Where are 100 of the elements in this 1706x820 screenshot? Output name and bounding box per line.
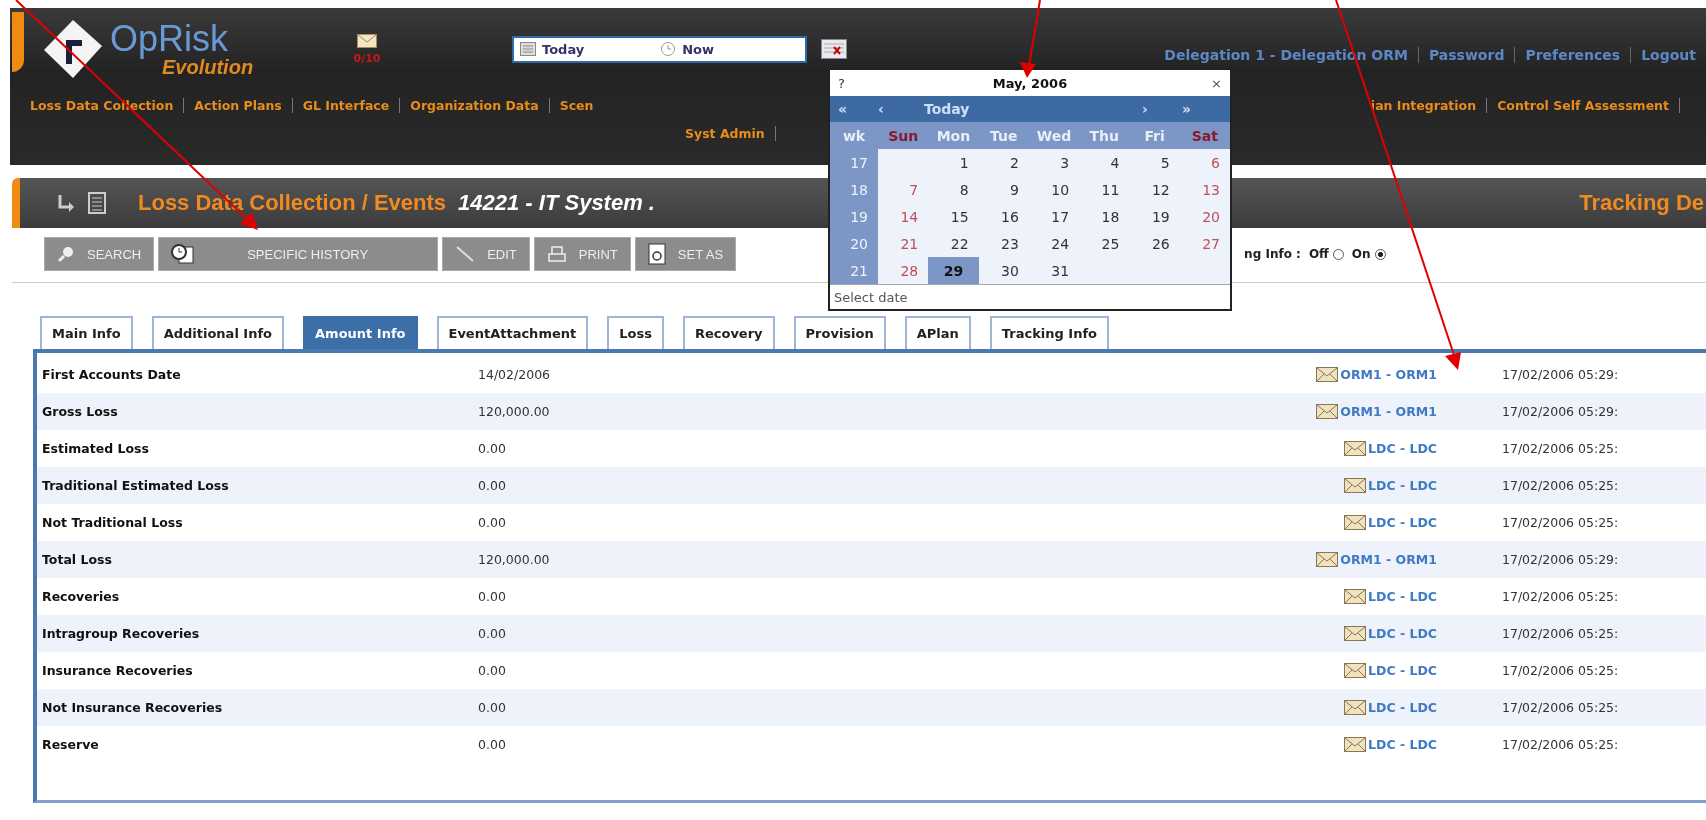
- calendar-day[interactable]: 8: [928, 176, 979, 203]
- tab[interactable]: Recovery: [682, 316, 775, 349]
- calendar-day[interactable]: 11: [1079, 176, 1130, 203]
- calendar-day[interactable]: 31: [1028, 257, 1080, 284]
- field-label: Intragroup Recoveries: [42, 626, 201, 641]
- menu-item[interactable]: ian Integration: [1360, 97, 1487, 113]
- calendar-button-icon[interactable]: [821, 39, 847, 59]
- nav-button[interactable]: Today: [918, 101, 1142, 117]
- weekday-header: Fri: [1129, 122, 1180, 149]
- timestamp: 17/02/2006 05:25:: [1502, 515, 1620, 530]
- calendar-day[interactable]: 29: [928, 257, 979, 284]
- return-arrow-icon[interactable]: [56, 193, 76, 213]
- record-title: 14221 - IT System .: [458, 190, 655, 216]
- calendar-day[interactable]: 21: [878, 230, 929, 257]
- tab[interactable]: Amount Info: [303, 316, 418, 349]
- tab[interactable]: APlan: [904, 316, 971, 349]
- weekday-header: Sun: [878, 122, 929, 149]
- date-today: Today: [542, 41, 585, 57]
- tab[interactable]: Tracking Info: [989, 316, 1110, 349]
- user-link[interactable]: ORM1 - ORM1: [1340, 367, 1437, 382]
- tab[interactable]: Main Info: [40, 316, 133, 349]
- date-field[interactable]: Today Now: [512, 35, 807, 63]
- calendar-day[interactable]: 1: [928, 149, 979, 176]
- calendar-day[interactable]: 6: [1179, 149, 1230, 176]
- calendar-day[interactable]: 13: [1179, 176, 1230, 203]
- calendar-day[interactable]: 27: [1179, 230, 1230, 257]
- calendar-day[interactable]: 10: [1028, 176, 1080, 203]
- menu-item[interactable]: Action Plans: [183, 97, 292, 113]
- field-label: Recoveries: [42, 589, 121, 604]
- user-link[interactable]: LDC - LDC: [1368, 515, 1437, 530]
- header-link[interactable]: Preferences: [1514, 47, 1631, 63]
- timestamp: 17/02/2006 05:25:: [1502, 589, 1620, 604]
- user-link[interactable]: LDC - LDC: [1368, 626, 1437, 641]
- field-value: 0.00: [478, 589, 507, 604]
- calendar-day[interactable]: 18: [1079, 203, 1130, 230]
- header-link[interactable]: Password: [1417, 47, 1515, 63]
- user-link[interactable]: LDC - LDC: [1368, 478, 1437, 493]
- tab[interactable]: Loss: [607, 316, 664, 349]
- calendar-day[interactable]: 2: [978, 149, 1029, 176]
- tab[interactable]: Provision: [793, 316, 886, 349]
- calendar-day[interactable]: 30: [978, 257, 1029, 284]
- calendar-day[interactable]: 3: [1028, 149, 1080, 176]
- tab[interactable]: EventAttachment: [436, 316, 589, 349]
- calendar-day[interactable]: 28: [878, 257, 929, 284]
- user-link[interactable]: ORM1 - ORM1: [1340, 404, 1437, 419]
- calendar-day[interactable]: 15: [928, 203, 979, 230]
- message-count: 0/10: [353, 51, 381, 65]
- field-label: Insurance Recoveries: [42, 663, 194, 678]
- logo-tagline: Evolution: [162, 57, 254, 77]
- list-icon[interactable]: [88, 192, 106, 214]
- user-link[interactable]: LDC - LDC: [1368, 663, 1437, 678]
- nav-button[interactable]: «: [838, 101, 878, 117]
- calendar-day[interactable]: 25: [1079, 230, 1130, 257]
- help-button[interactable]: ?: [838, 75, 862, 91]
- envelope-icon[interactable]: [357, 33, 377, 48]
- calendar-day[interactable]: 4: [1079, 149, 1130, 176]
- radio-option[interactable]: On: [1351, 247, 1386, 261]
- calendar-day[interactable]: 26: [1129, 230, 1180, 257]
- search-icon: [57, 245, 75, 263]
- calendar-day[interactable]: 14: [878, 203, 929, 230]
- user-link[interactable]: LDC - LDC: [1368, 589, 1437, 604]
- calendar-day[interactable]: 24: [1028, 230, 1080, 257]
- menu-item[interactable]: Control Self Assessment: [1486, 97, 1680, 113]
- calendar-day[interactable]: 22: [928, 230, 979, 257]
- user-link[interactable]: LDC - LDC: [1368, 737, 1437, 752]
- menu-item[interactable]: GL Interface: [291, 97, 400, 113]
- week-number: 17: [830, 149, 878, 176]
- radio-option[interactable]: Off: [1308, 247, 1344, 261]
- field-label: Traditional Estimated Loss: [42, 478, 230, 493]
- tracking-info-label: ng Info :: [1244, 247, 1301, 261]
- user-link[interactable]: LDC - LDC: [1368, 441, 1437, 456]
- calendar-day[interactable]: 19: [1129, 203, 1180, 230]
- user-link[interactable]: ORM1 - ORM1: [1340, 552, 1437, 567]
- menu-item[interactable]: Organization Data: [399, 97, 549, 113]
- header-link[interactable]: Logout: [1630, 47, 1706, 63]
- menu-item[interactable]: Syst Admin: [675, 125, 776, 141]
- calendar-day[interactable]: 20: [1179, 203, 1230, 230]
- menu-item[interactable]: Scen: [548, 97, 604, 113]
- field-label: Gross Loss: [42, 404, 119, 419]
- calendar-status: Select date: [830, 284, 1230, 309]
- accent-stripe: [12, 12, 24, 72]
- calendar-day[interactable]: 5: [1129, 149, 1180, 176]
- nav-button[interactable]: »: [1182, 101, 1222, 117]
- calendar-day[interactable]: 16: [978, 203, 1029, 230]
- close-button[interactable]: ×: [1198, 75, 1222, 91]
- tab[interactable]: Additional Info: [151, 316, 285, 349]
- nav-button[interactable]: ‹: [878, 101, 918, 117]
- user-link[interactable]: LDC - LDC: [1368, 700, 1437, 715]
- calendar-day[interactable]: 9: [978, 176, 1029, 203]
- calendar-day[interactable]: 23: [978, 230, 1029, 257]
- weekday-header: Thu: [1079, 122, 1130, 149]
- nav-button[interactable]: ›: [1142, 101, 1182, 117]
- calendar-day[interactable]: 17: [1028, 203, 1080, 230]
- field-value: 0.00: [478, 626, 507, 641]
- week-number: 21: [830, 257, 878, 284]
- timestamp: 17/02/2006 05:29:: [1502, 367, 1620, 382]
- field-value: 120,000.00: [478, 404, 551, 419]
- calendar-day[interactable]: 7: [878, 176, 929, 203]
- weekday-header: Sat: [1179, 122, 1230, 149]
- calendar-day[interactable]: 12: [1129, 176, 1180, 203]
